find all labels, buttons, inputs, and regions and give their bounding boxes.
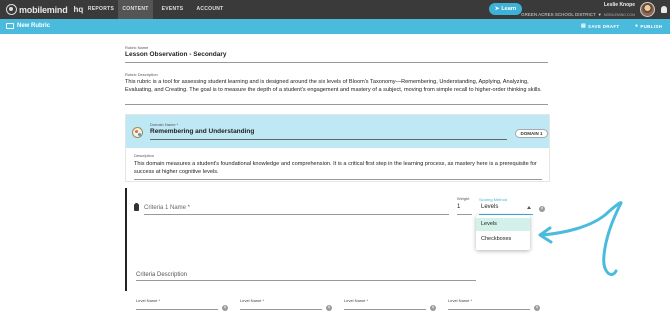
logo-suffix: hq (73, 5, 84, 14)
save-icon: ▤ (581, 23, 587, 29)
rubric-name-underline (125, 62, 548, 63)
rubric-name-label: Rubric Name (125, 45, 149, 50)
rubric-description-underline (125, 104, 548, 105)
remove-level-icon[interactable]: × (534, 305, 540, 311)
nav-tab-events[interactable]: EVENTS (156, 0, 189, 19)
domain-header: Domain Name * Remembering and Understand… (126, 115, 549, 148)
domain-description-input[interactable]: This domain measures a student's foundat… (134, 160, 544, 177)
save-draft-label: SAVE DRAFT (588, 24, 620, 29)
level-underline (240, 309, 322, 310)
domain-badge: DOMAIN 1 (515, 129, 548, 138)
top-navigation-bar: mobilemind hq REPORTS CONTENT EVENTS ACC… (0, 0, 670, 19)
learn-button[interactable]: ➤ Learn (489, 3, 522, 15)
rubric-description-label: Rubric Description (125, 72, 158, 77)
level-underline (448, 309, 530, 310)
rubric-icon (6, 23, 14, 29)
domain-name-label: Domain Name * (150, 122, 179, 127)
level-field-4[interactable]: Level Name * (448, 298, 530, 310)
level-name-label: Level Name * (448, 298, 473, 303)
publish-button[interactable]: ● PUBLISH (635, 19, 662, 34)
criteria-name-input[interactable]: Criteria 1 Name * (144, 205, 190, 211)
level-underline (344, 309, 426, 310)
level-underline (136, 309, 218, 310)
publish-label: PUBLISH (640, 24, 663, 29)
domain-image-icon[interactable] (132, 127, 143, 138)
weight-underline (457, 214, 472, 215)
level-field-2[interactable]: Level Name * (240, 298, 322, 310)
level-field-3[interactable]: Level Name * (344, 298, 426, 310)
level-name-label: Level Name * (344, 298, 369, 303)
page-title: New Rubric (17, 23, 51, 29)
mobilemind-logo[interactable]: mobilemind hq (6, 3, 83, 16)
save-draft-button[interactable]: ▤ SAVE DRAFT (581, 19, 619, 34)
nav-tab-account[interactable]: ACCOUNT (192, 0, 228, 19)
chevron-down-icon: ▼ (597, 12, 602, 17)
publish-icon: ● (635, 23, 639, 29)
weight-input[interactable]: 1 (457, 204, 460, 210)
level-field-1[interactable]: Level Name * (136, 298, 218, 310)
annotation-arrow (538, 201, 623, 276)
logo-icon (6, 4, 17, 15)
user-org: MOBILEMIND.COM (603, 12, 635, 17)
page-header-bar: New Rubric ▤ SAVE DRAFT ● PUBLISH (0, 19, 670, 34)
avatar[interactable] (640, 2, 655, 17)
remove-level-icon[interactable]: × (326, 305, 332, 311)
criteria-description-underline (136, 280, 476, 281)
rubric-description-input[interactable]: This rubric is a tool for assessing stud… (125, 78, 549, 95)
clipboard-icon (134, 203, 139, 211)
remove-level-icon[interactable]: × (430, 305, 436, 311)
domain-name-input[interactable]: Remembering and Understanding (150, 128, 254, 135)
scoring-method-label: Scoring Method (479, 197, 508, 202)
scoring-method-select[interactable]: Levels (481, 204, 498, 210)
domain-description-underline (134, 179, 542, 180)
remove-level-icon[interactable]: × (222, 305, 228, 311)
domain-name-underline (150, 139, 507, 140)
rubric-name-input[interactable]: Lesson Observation - Secondary (125, 51, 227, 58)
logo-text: mobilemind (19, 4, 68, 15)
rubric-editor: Rubric Name Lesson Observation - Seconda… (122, 34, 550, 311)
district-name: GREEN ACRES SCHOOL DISTRICT (521, 12, 596, 17)
notification-icon[interactable] (661, 6, 667, 13)
criteria-name-underline (144, 214, 449, 215)
nav-tab-content[interactable]: CONTENT (118, 0, 153, 19)
level-name-label: Level Name * (240, 298, 265, 303)
user-name: Leslie Knope (603, 2, 635, 8)
learn-label: Learn (501, 6, 517, 12)
domain-card: Domain Name * Remembering and Understand… (125, 114, 550, 182)
nav-tab-reports[interactable]: REPORTS (84, 0, 118, 19)
level-name-label: Level Name * (136, 298, 161, 303)
weight-label: Weight (457, 196, 470, 201)
learn-icon: ➤ (494, 6, 500, 12)
domain-description-label: Description (134, 153, 155, 158)
district-selector[interactable]: GREEN ACRES SCHOOL DISTRICT ▼ MOBILEMIND… (521, 12, 635, 17)
user-info[interactable]: Leslie Knope GREEN ACRES SCHOOL DISTRICT… (521, 2, 635, 17)
criteria-description-input[interactable]: Criteria Description (136, 272, 187, 278)
